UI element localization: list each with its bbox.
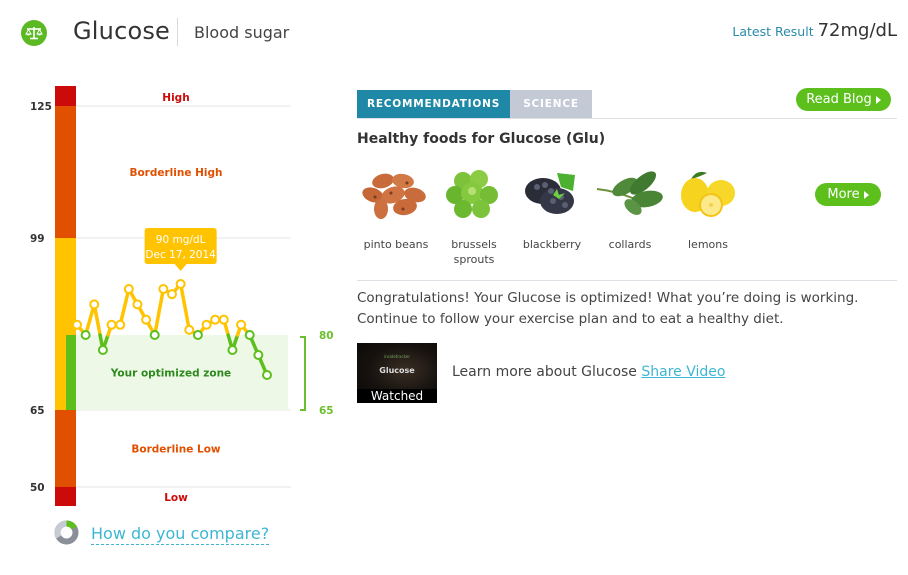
optimized-zone-bar bbox=[66, 335, 76, 410]
zone-bar-borderline-high bbox=[55, 106, 76, 238]
tab-science[interactable]: SCIENCE bbox=[510, 90, 592, 118]
food-item[interactable]: lemons bbox=[669, 166, 747, 267]
data-point bbox=[141, 314, 152, 325]
zone-label-borderline-low: Borderline Low bbox=[131, 444, 221, 456]
donut-chart-icon bbox=[54, 520, 79, 549]
latest-result: Latest Result 72mg/dL bbox=[732, 20, 897, 41]
how-do-you-compare-link[interactable]: How do you compare? bbox=[91, 524, 270, 545]
tooltip-value: 90 mg/dL bbox=[156, 234, 206, 246]
data-point bbox=[149, 330, 160, 340]
zone-label-high: High bbox=[162, 92, 189, 104]
data-point bbox=[201, 319, 212, 330]
data-point bbox=[244, 330, 255, 340]
video-text: Learn more about Glucose bbox=[452, 364, 637, 380]
food-item[interactable]: pinto beans bbox=[357, 166, 435, 267]
compare-section[interactable]: How do you compare? bbox=[54, 520, 270, 549]
tab-bar: RECOMMENDATIONS SCIENCE bbox=[357, 90, 592, 118]
data-point bbox=[218, 314, 229, 325]
blackberry-icon bbox=[517, 166, 587, 224]
data-point bbox=[184, 324, 195, 335]
page-subtitle: Blood sugar bbox=[194, 23, 290, 42]
play-triangle-icon bbox=[875, 95, 881, 104]
zone-label-borderline-high: Borderline High bbox=[129, 167, 222, 179]
data-tooltip: 90 mg/dL Dec 17, 2014 bbox=[144, 228, 217, 271]
data-point bbox=[192, 330, 203, 340]
data-point bbox=[236, 319, 247, 330]
video-description: Learn more about Glucose Share Video bbox=[452, 364, 725, 380]
data-point bbox=[132, 299, 143, 310]
line-segment bbox=[118, 287, 131, 327]
data-point bbox=[80, 330, 91, 340]
foods-title: Healthy foods for Glucose (Glu) bbox=[357, 131, 606, 147]
optimized-range-low: 65 bbox=[319, 405, 334, 417]
data-point bbox=[123, 284, 134, 295]
food-item[interactable]: brussels sprouts bbox=[435, 166, 513, 267]
result-message: Congratulations! Your Glucose is optimiz… bbox=[357, 290, 859, 327]
data-point bbox=[115, 319, 126, 330]
tabs-divider bbox=[357, 118, 897, 119]
data-point bbox=[72, 319, 82, 330]
line-segment bbox=[178, 282, 192, 332]
data-point bbox=[262, 370, 272, 380]
y-tick-label: 50 bbox=[30, 482, 45, 494]
tooltip-date: Dec 17, 2014 bbox=[145, 249, 216, 261]
data-point bbox=[175, 278, 186, 289]
data-point bbox=[89, 299, 100, 310]
more-label: More bbox=[827, 187, 860, 202]
food-label: lemons bbox=[688, 238, 728, 251]
zone-bar-high bbox=[55, 86, 76, 106]
latest-result-value: 72mg/dL bbox=[817, 20, 897, 41]
video-brand: insidetracker bbox=[384, 354, 410, 359]
data-point bbox=[106, 319, 117, 330]
data-point bbox=[210, 314, 221, 325]
optimized-range-high: 80 bbox=[319, 330, 334, 342]
video-watched-badge: Watched bbox=[357, 389, 437, 403]
zone-label-low: Low bbox=[164, 492, 188, 504]
y-tick-label: 65 bbox=[30, 405, 45, 417]
y-tick-label: 125 bbox=[30, 101, 52, 113]
zone-bar-low bbox=[55, 487, 76, 506]
data-point bbox=[227, 345, 238, 355]
read-blog-label: Read Blog bbox=[806, 92, 872, 107]
zone-bar-borderline-low bbox=[55, 410, 76, 487]
food-item[interactable]: blackberry bbox=[513, 166, 591, 267]
video-title: Glucose bbox=[379, 366, 415, 375]
lemons-icon bbox=[673, 166, 743, 224]
data-point bbox=[158, 284, 169, 295]
food-item[interactable]: collards bbox=[591, 166, 669, 267]
collards-icon bbox=[595, 166, 665, 224]
page-title: Glucose bbox=[73, 17, 171, 45]
share-video-link[interactable]: Share Video bbox=[641, 364, 725, 380]
read-blog-button[interactable]: Read Blog bbox=[796, 88, 891, 111]
foods-list: pinto beans brussels sprouts blackberry … bbox=[357, 166, 747, 267]
video-thumbnail[interactable]: insidetracker Glucose Watched bbox=[357, 343, 437, 403]
food-label: brussels sprouts bbox=[451, 238, 497, 266]
content-divider bbox=[357, 280, 897, 281]
optimized-range-bracket bbox=[300, 336, 306, 411]
food-label: pinto beans bbox=[363, 238, 429, 251]
play-triangle-icon bbox=[863, 190, 869, 199]
data-point bbox=[253, 350, 264, 360]
line-segment bbox=[152, 287, 166, 337]
optimized-zone-label: Your optimized zone bbox=[110, 368, 231, 380]
y-tick-label: 99 bbox=[30, 233, 45, 245]
header-divider bbox=[177, 18, 178, 46]
data-point bbox=[97, 345, 108, 355]
glucose-chart: 125 99 65 50 High Borderline High Borderlin… bbox=[30, 86, 334, 506]
balance-scale-icon bbox=[21, 20, 47, 46]
food-label: collards bbox=[608, 238, 652, 251]
latest-result-label: Latest Result bbox=[732, 24, 814, 39]
data-point bbox=[167, 289, 177, 300]
more-button[interactable]: More bbox=[815, 183, 881, 206]
tab-recommendations[interactable]: RECOMMENDATIONS bbox=[357, 90, 510, 118]
brussels-sprouts-icon bbox=[439, 166, 509, 224]
pinto-beans-icon bbox=[361, 166, 431, 224]
food-label: blackberry bbox=[522, 238, 582, 251]
